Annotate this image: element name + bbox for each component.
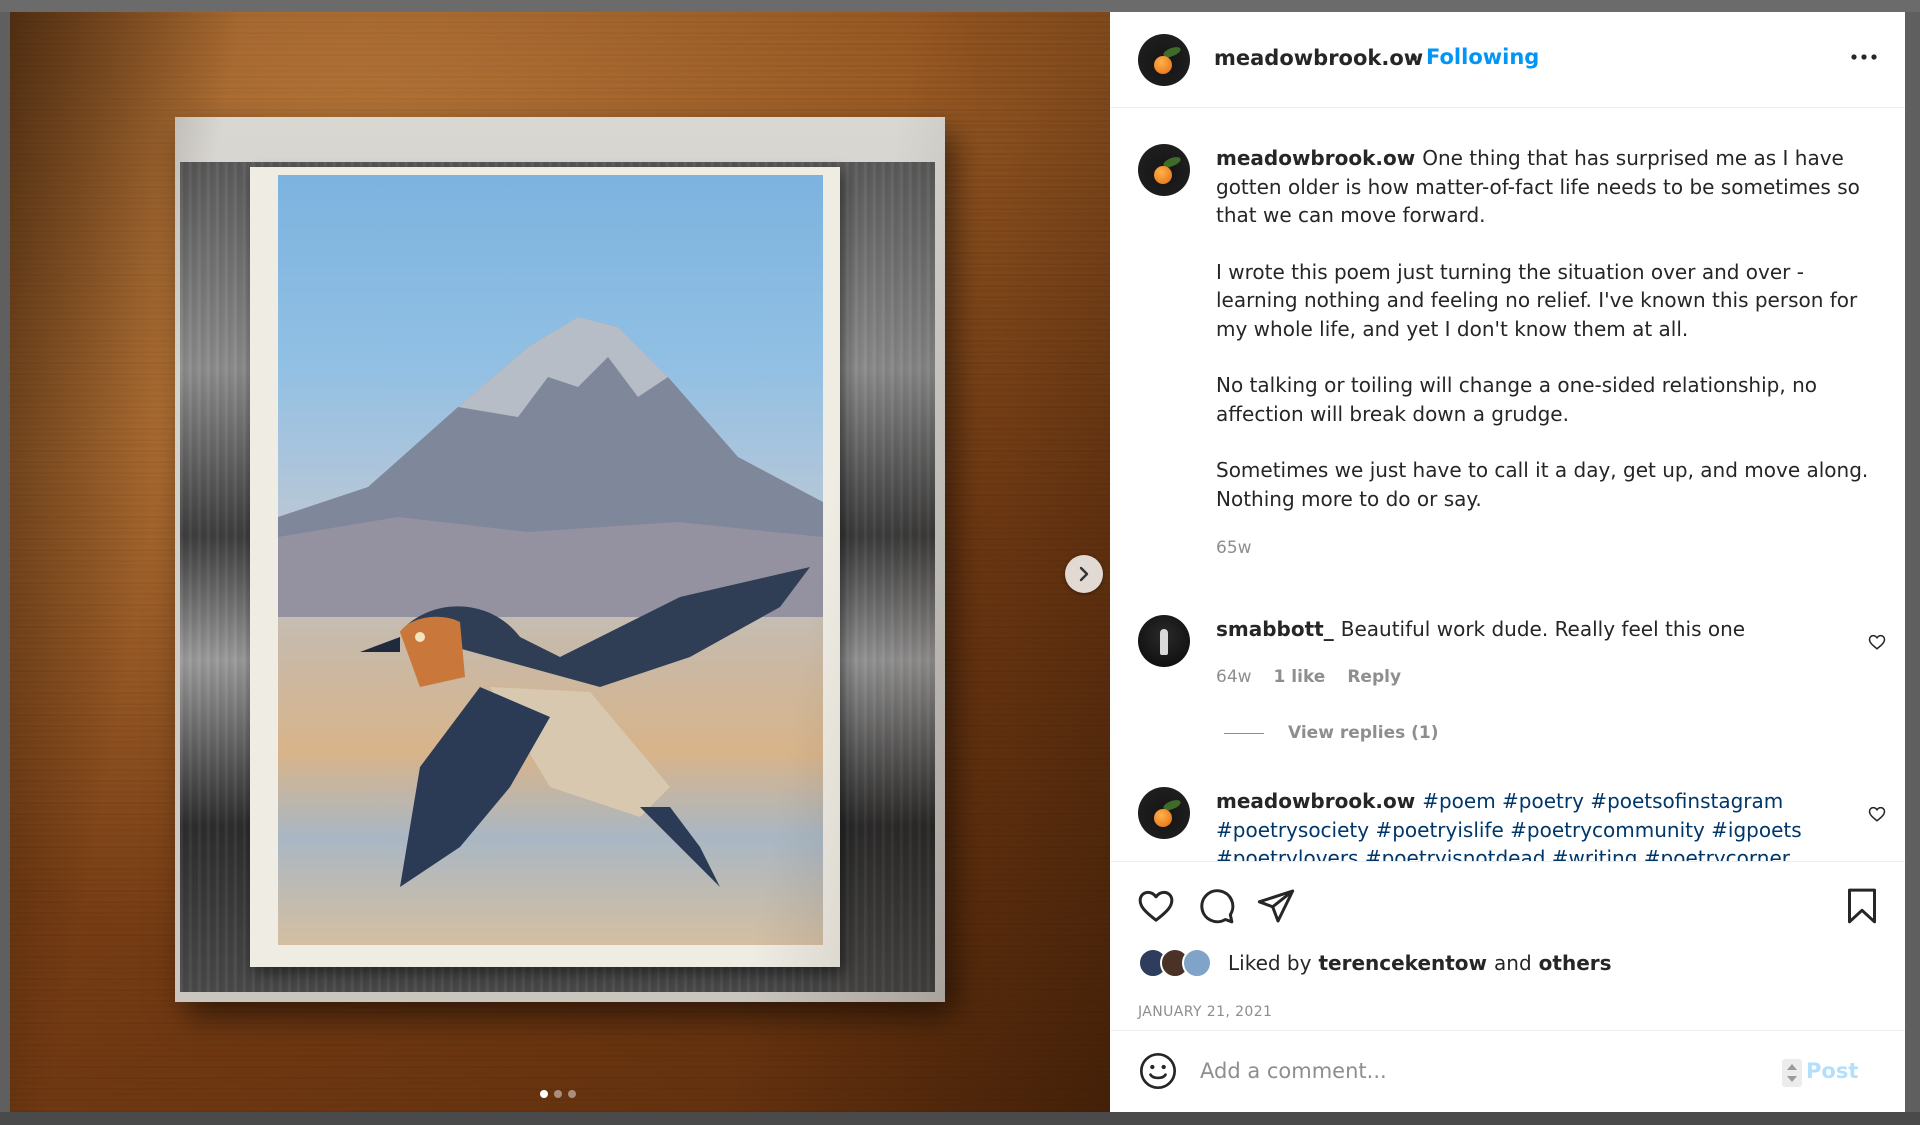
view-replies-button[interactable]: View replies (1)	[1224, 723, 1439, 743]
caption-text-4: Sometimes we just have to call it a day,…	[1216, 458, 1869, 511]
liker-avatars	[1138, 948, 1212, 978]
avatar-orange	[1154, 166, 1172, 184]
post-date[interactable]: JANUARY 21, 2021	[1138, 1004, 1272, 1020]
comment-likes[interactable]: 1 like	[1274, 667, 1326, 687]
avatar-orange	[1154, 56, 1172, 74]
liked-by-others[interactable]: others	[1539, 951, 1612, 975]
author-username[interactable]: meadowbrook.ow	[1214, 46, 1423, 70]
caption-username[interactable]: meadowbrook.ow	[1216, 146, 1415, 170]
backdrop-bottom	[0, 1112, 1920, 1125]
carousel-dot-2	[554, 1090, 562, 1098]
comment-like-heart-icon[interactable]	[1868, 633, 1886, 651]
header-separator: •	[1408, 46, 1420, 70]
post-comment-button[interactable]: Post	[1806, 1059, 1858, 1083]
view-replies-line	[1224, 732, 1264, 734]
comment-meta: 64w 1 like Reply	[1216, 667, 1401, 687]
caption-text-2: I wrote this poem just turning the situa…	[1216, 259, 1858, 341]
heart-icon[interactable]	[1136, 886, 1176, 926]
next-slide-button[interactable]	[1065, 555, 1103, 593]
carousel-dot-3	[568, 1090, 576, 1098]
post-side-panel: meadowbrook.ow • Following meadowbrook.o…	[1110, 12, 1905, 1112]
liker-avatar-3[interactable]	[1182, 948, 1212, 978]
comment-age[interactable]: 64w	[1216, 667, 1252, 687]
media-vignette	[10, 12, 1110, 1112]
comment-icon[interactable]	[1196, 886, 1236, 926]
more-options-button[interactable]	[1846, 42, 1882, 72]
chevron-right-icon	[1079, 566, 1089, 582]
post-header: meadowbrook.ow • Following	[1110, 12, 1905, 108]
caption-body: meadowbrook.ow One thing that has surpris…	[1216, 144, 1876, 541]
author-avatar[interactable]	[1138, 34, 1190, 86]
carousel-dots	[540, 1090, 576, 1098]
caption-age[interactable]: 65w	[1216, 538, 1252, 558]
commenter-avatar[interactable]	[1138, 615, 1190, 667]
caption-meta: 65w	[1216, 538, 1252, 558]
comment-text: Beautiful work dude. Really feel this on…	[1340, 617, 1746, 641]
hashtag-comment-like-heart-icon[interactable]	[1868, 805, 1886, 823]
post-actions: Liked by terencekentow and others JANUAR…	[1110, 861, 1905, 1051]
liked-by-and: and	[1494, 951, 1532, 975]
liked-by-row: Liked by terencekentow and others	[1138, 948, 1612, 978]
hashtag-comment-body: meadowbrook.ow #poem #poetry #poetsofinst…	[1216, 787, 1876, 861]
more-horizontal-icon	[1851, 54, 1877, 60]
following-button[interactable]: Following	[1426, 45, 1539, 69]
view-replies-label: View replies (1)	[1288, 723, 1439, 743]
add-comment-bar: Post	[1110, 1030, 1905, 1112]
carousel-dot-1	[540, 1090, 548, 1098]
scroll-arrows-icon	[1782, 1059, 1802, 1087]
avatar-orange	[1154, 809, 1172, 827]
avatar-figure	[1160, 629, 1168, 655]
comment-username[interactable]: smabbott_	[1216, 617, 1334, 641]
liked-by-user[interactable]: terencekentow	[1318, 951, 1487, 975]
emoji-icon[interactable]	[1138, 1051, 1178, 1091]
send-icon[interactable]	[1256, 886, 1296, 926]
backdrop-top	[0, 0, 1920, 12]
comment-input[interactable]	[1200, 1051, 1760, 1091]
caption-paragraph: meadowbrook.ow One thing that has surpris…	[1216, 144, 1876, 230]
caption-text-3: No talking or toiling will change a one-…	[1216, 373, 1817, 426]
comment-reply-button[interactable]: Reply	[1347, 667, 1401, 687]
post-media	[10, 12, 1110, 1112]
bookmark-icon[interactable]	[1842, 886, 1882, 926]
comments-section[interactable]: meadowbrook.ow One thing that has surpris…	[1110, 109, 1905, 861]
hashtag-comment-avatar[interactable]	[1138, 787, 1190, 839]
hashtag-comment-username[interactable]: meadowbrook.ow	[1216, 789, 1415, 813]
caption-avatar[interactable]	[1138, 144, 1190, 196]
liked-by-prefix: Liked by	[1228, 951, 1312, 975]
comment-body: smabbott_ Beautiful work dude. Really fee…	[1216, 615, 1876, 644]
